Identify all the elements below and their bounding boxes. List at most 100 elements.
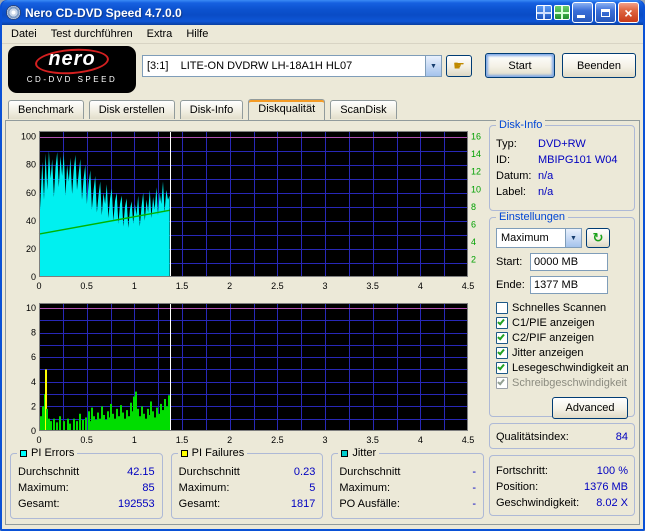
svg-text:60: 60 [26, 188, 36, 198]
menu-datei[interactable]: Datei [4, 26, 44, 42]
svg-text:4: 4 [471, 237, 476, 247]
disc-quality-tabpage: 0 20 40 60 80 100 0 0.5 1 1.5 2 2.5 3 3.5 4 4.5 2 4 6 8 10 12… [5, 119, 640, 525]
checkbox-box[interactable] [496, 331, 508, 344]
menu-test-durchfuehren[interactable]: Test durchführen [44, 26, 140, 42]
checkbox-read-speed[interactable]: Lesegeschwindigkeit anzeigen [496, 360, 628, 375]
checkbox-c2-pif[interactable]: C2/PIF anzeigen [496, 330, 628, 345]
svg-text:2: 2 [471, 254, 476, 264]
svg-text:14: 14 [471, 149, 481, 159]
close-icon: × [624, 4, 633, 21]
svg-text:0: 0 [31, 272, 36, 282]
svg-text:0: 0 [31, 426, 36, 436]
menu-extra[interactable]: Extra [140, 26, 180, 42]
stat-row: Maximum: 85 [18, 480, 155, 496]
checkbox-jitter[interactable]: Jitter anzeigen [496, 345, 628, 360]
speed-select-value: Maximum [501, 232, 549, 244]
svg-text:20: 20 [26, 244, 36, 254]
nero-logo: nero CD-DVD SPEED [8, 46, 136, 93]
checkbox-write-speed[interactable]: Schreibgeschwindigkeit anzeigen [496, 375, 628, 390]
drive-selector-value: [3:1] LITE-ON DVDRW LH-18A1H HL07 [147, 60, 353, 72]
disk-info-label: ID: [496, 154, 511, 166]
quit-button[interactable]: Beenden [562, 53, 636, 78]
pi-failures-chart: 0 2 4 6 8 10 0 0.5 1 1.5 2 2.5 3 3.5 4 4.5 [10, 299, 484, 449]
titlebar-extra-icon-blue[interactable] [536, 5, 552, 20]
tab-diskqualitaet[interactable]: Diskqualität [248, 99, 326, 120]
svg-text:2: 2 [31, 401, 36, 411]
progress-row: Position: 1376 MB [496, 479, 628, 495]
start-position-input[interactable] [530, 253, 608, 271]
stat-value: - [472, 482, 477, 494]
disk-info-row: ID: MBIPG101 W04 [496, 152, 628, 168]
disk-info-row: Label: n/a [496, 184, 628, 200]
start-button[interactable]: Start [485, 53, 555, 78]
checkbox-box[interactable] [496, 346, 508, 359]
svg-text:100: 100 [21, 132, 36, 142]
speed-select[interactable]: Maximum ▼ [496, 228, 582, 248]
checkbox-c1-pie[interactable]: C1/PIE anzeigen [496, 315, 628, 330]
menu-hilfe[interactable]: Hilfe [179, 26, 215, 42]
svg-text:8: 8 [471, 202, 476, 212]
stat-row: Durchschnitt - [339, 464, 476, 480]
svg-text:1: 1 [132, 281, 137, 291]
tab-disk-erstellen[interactable]: Disk erstellen [88, 100, 175, 119]
refresh-button[interactable]: ↻ [586, 228, 610, 248]
chevron-down-icon[interactable]: ▼ [425, 56, 441, 76]
progress-row: Geschwindigkeit: 8.02 X [496, 495, 628, 511]
drive-tool-button[interactable]: ☛ [446, 55, 472, 77]
quality-index-label: Qualitätsindex: [496, 431, 569, 443]
svg-text:4.5: 4.5 [462, 435, 475, 445]
checkbox-label: C2/PIF anzeigen [512, 331, 594, 344]
titlebar-extra-icon-green[interactable] [554, 5, 570, 20]
drive-selector[interactable]: [3:1] LITE-ON DVDRW LH-18A1H HL07 ▼ [142, 55, 442, 77]
stat-value: 0.23 [293, 466, 316, 478]
stat-row: Maximum: 5 [179, 480, 316, 496]
nero-logo-product: CD-DVD SPEED [26, 75, 118, 84]
maximize-button[interactable] [595, 2, 616, 23]
checkbox-box[interactable] [496, 361, 508, 374]
tab-scandisk[interactable]: ScanDisk [330, 100, 397, 119]
pi-errors-color-swatch [20, 449, 27, 457]
disk-info-row: Typ: DVD+RW [496, 136, 628, 152]
checkbox-box[interactable] [496, 316, 508, 329]
disk-id-value: MBIPG101 W04 [538, 154, 618, 166]
pi-failures-stats-group: PI Failures Durchschnitt 0.23 Maximum: 5 G… [170, 447, 324, 519]
disk-info-label: Datum: [496, 170, 532, 182]
tab-disk-info[interactable]: Disk-Info [179, 100, 244, 119]
stat-value: 1817 [290, 498, 316, 510]
svg-text:2.5: 2.5 [271, 435, 284, 445]
svg-text:4: 4 [418, 435, 423, 445]
check-icon [497, 362, 505, 370]
stats-row: PI Errors Durchschnitt 42.15 Maximum: 85 G… [10, 447, 485, 519]
pi-errors-stats-title: PI Errors [31, 447, 75, 459]
stat-label: Durchschnitt [339, 466, 401, 478]
menubar: Datei Test durchführen Extra Hilfe [2, 25, 643, 44]
checkbox-box[interactable] [496, 301, 508, 314]
chevron-down-icon[interactable]: ▼ [565, 229, 581, 247]
svg-text:3: 3 [322, 435, 327, 445]
progress-value: 100 % [596, 465, 628, 477]
start-label: Start: [496, 256, 523, 268]
checkbox-fast-scan[interactable]: Schnelles Scannen [496, 300, 628, 315]
end-position-input[interactable] [530, 276, 608, 294]
stat-value: 5 [309, 482, 316, 494]
tab-benchmark[interactable]: Benchmark [8, 100, 84, 119]
app-disc-icon [6, 5, 21, 20]
svg-text:4: 4 [418, 281, 423, 291]
speed-value: 8.02 X [596, 497, 628, 509]
tabstrip: Benchmark Disk erstellen Disk-Info Diskq… [2, 98, 643, 120]
disk-type-value: DVD+RW [538, 138, 586, 150]
svg-text:0.5: 0.5 [80, 281, 93, 291]
disk-info-group: Disk-Info Typ: DVD+RW ID: MBIPG101 W04 Dat… [489, 119, 635, 211]
checkbox-box[interactable] [496, 376, 508, 389]
close-button[interactable]: × [618, 2, 639, 23]
checkbox-label: Schnelles Scannen [512, 301, 607, 314]
titlebar[interactable]: Nero CD-DVD Speed 4.7.0.0 × [2, 0, 643, 25]
stat-label: Maximum: [18, 482, 69, 494]
checkbox-label: Lesegeschwindigkeit anzeigen [512, 361, 628, 374]
stat-row: Durchschnitt 0.23 [179, 464, 316, 480]
advanced-button[interactable]: Advanced [552, 397, 628, 419]
stat-label: Gesamt: [178, 498, 221, 510]
stat-label: Gesamt: [18, 498, 60, 510]
disk-date-value: n/a [538, 170, 554, 182]
minimize-button[interactable] [572, 2, 593, 23]
